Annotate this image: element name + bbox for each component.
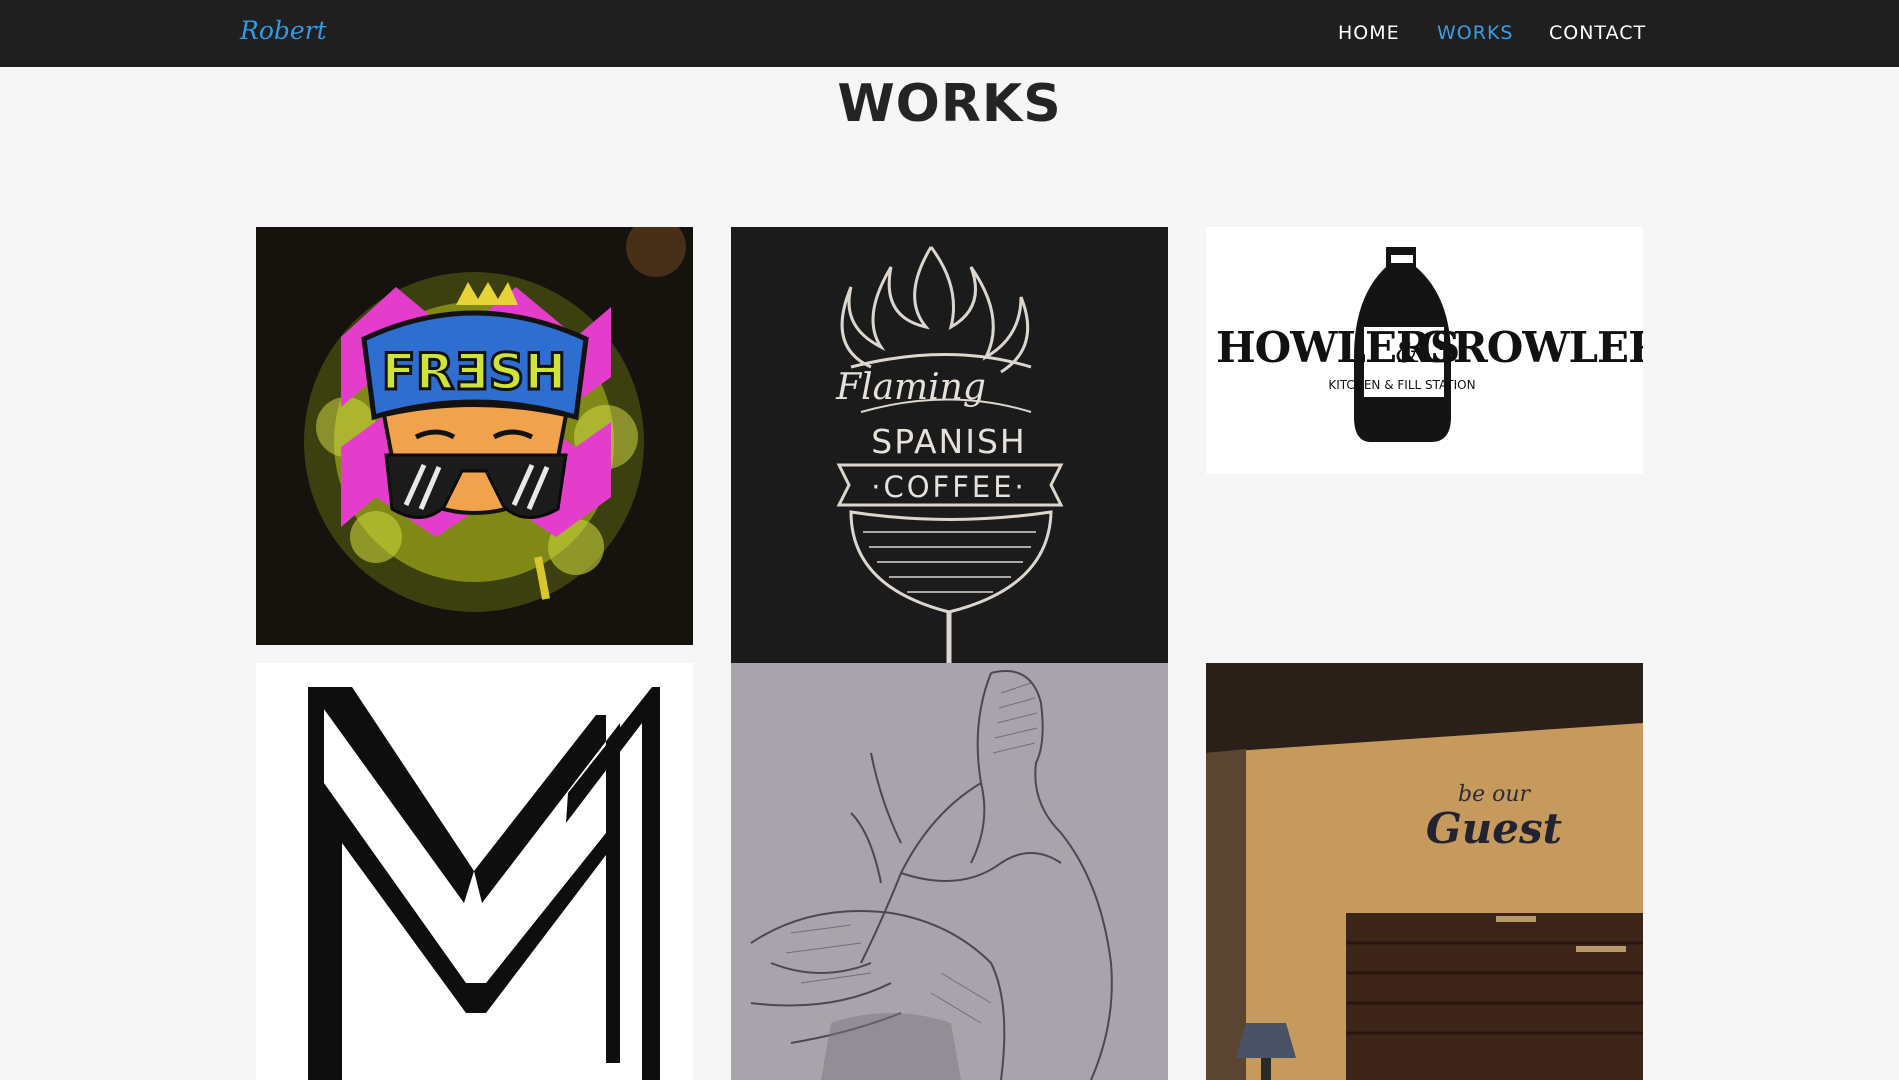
be-our-guest-wall-artwork: be our Guest (1206, 663, 1643, 1080)
svg-text:GROWLERS: GROWLERS (1418, 323, 1643, 372)
nav-link-contact[interactable]: CONTACT (1549, 22, 1646, 44)
work-tile-flaming-spanish-coffee[interactable]: Flaming SPANISH ·COFFEE· (731, 227, 1168, 663)
figure-sketch-artwork (731, 663, 1168, 1080)
work-tile-figure-sketch[interactable] (731, 663, 1168, 1080)
svg-text:&: & (1395, 336, 1420, 369)
svg-text:·COFFEE·: ·COFFEE· (871, 470, 1027, 504)
svg-text:FRƎSH: FRƎSH (382, 343, 567, 401)
svg-text:KITCHEN & FILL STATION: KITCHEN & FILL STATION (1328, 378, 1475, 392)
coffee-chalk-artwork: Flaming SPANISH ·COFFEE· (731, 227, 1168, 663)
work-tile-be-our-guest[interactable]: be our Guest (1206, 663, 1643, 1080)
fresh-artwork: FRƎSH (256, 227, 693, 645)
nav-link-works[interactable]: WORKS (1437, 22, 1513, 44)
work-tile-fresh[interactable]: FRƎSH (256, 227, 693, 645)
work-tile-howlers-growlers[interactable]: HOWLERS & GROWLERS KITCHEN & FILL STATIO… (1206, 227, 1643, 474)
nav-link-home[interactable]: HOME (1338, 22, 1400, 44)
svg-text:SPANISH: SPANISH (871, 422, 1027, 461)
svg-text:Guest: Guest (1426, 804, 1562, 853)
work-tile-m-monogram[interactable] (256, 663, 693, 1080)
page-title: WORKS (837, 74, 1062, 134)
howlers-growlers-logo: HOWLERS & GROWLERS KITCHEN & FILL STATIO… (1206, 227, 1643, 474)
top-navbar: Robert HOME WORKS CONTACT (0, 0, 1899, 67)
brand-logo-link[interactable]: Robert (240, 16, 327, 45)
m-monogram-logo (256, 663, 693, 1080)
